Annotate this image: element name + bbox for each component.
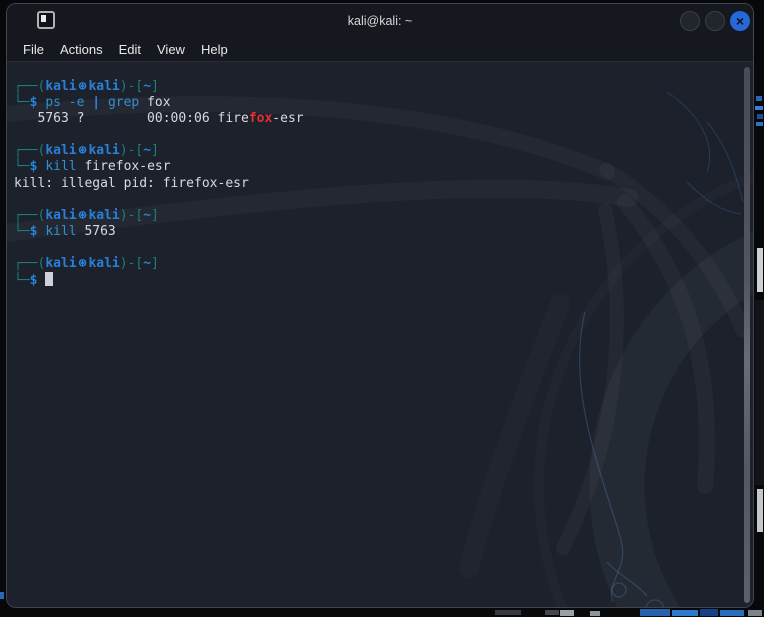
- desktop: { "window": { "title": "kali@kali: ~" },…: [0, 0, 764, 617]
- terminal-text-segment: ps -e: [45, 95, 92, 110]
- terminal-text-segment: $: [30, 273, 46, 288]
- terminal-text-segment: ~: [143, 79, 151, 94]
- terminal-text-segment: ~: [143, 256, 151, 271]
- wallpaper-glitch: [755, 300, 764, 485]
- wallpaper-glitch: [495, 610, 521, 615]
- terminal-text-segment: kill: illegal pid: firefox-esr: [14, 176, 249, 191]
- wallpaper-glitch: [672, 610, 698, 616]
- wallpaper-glitch: [590, 611, 600, 616]
- terminal-line: └─$ kill 5763: [14, 224, 304, 240]
- wallpaper-glitch: [755, 106, 763, 110]
- terminal-text-segment: )-[: [120, 208, 143, 223]
- wallpaper-glitch: [757, 248, 763, 292]
- terminal-text-segment: grep: [108, 95, 147, 110]
- window-controls: ×: [680, 11, 750, 31]
- terminal-text-segment: kill: [45, 224, 84, 239]
- terminal-line: ┌──(kali⊛kali)-[~]: [14, 256, 304, 272]
- terminal-scrollbar[interactable]: [744, 67, 750, 603]
- wallpaper-glitch: [0, 592, 4, 599]
- title-bar[interactable]: kali@kali: ~ ×: [7, 4, 753, 37]
- terminal-line: [14, 240, 304, 256]
- terminal-text-segment: fox: [147, 95, 170, 110]
- menu-item-actions[interactable]: Actions: [52, 40, 111, 59]
- terminal-line: └─$ ps -e | grep fox: [14, 95, 304, 111]
- terminal-text-segment: $: [30, 224, 46, 239]
- terminal-text-segment: 5763 ? 00:00:06 fire: [14, 111, 249, 126]
- terminal-text-segment: )-[: [120, 143, 143, 158]
- terminal-text-segment: kali: [88, 256, 119, 271]
- menu-item-file[interactable]: File: [15, 40, 52, 59]
- wallpaper-glitch: [545, 610, 559, 615]
- wallpaper-glitch: [560, 610, 574, 616]
- minimize-button[interactable]: [680, 11, 700, 31]
- terminal-text-segment: ~: [143, 143, 151, 158]
- terminal-text-segment: kali: [45, 256, 76, 271]
- terminal-text-segment: ┌──(: [14, 143, 45, 158]
- terminal-text-segment: $: [30, 95, 46, 110]
- terminal-text-segment: kali: [88, 79, 119, 94]
- terminal-text-segment: fox: [249, 111, 272, 126]
- wallpaper-glitch: [720, 610, 744, 616]
- terminal-text-segment: kali: [45, 208, 76, 223]
- terminal-line: [14, 192, 304, 208]
- maximize-button[interactable]: [705, 11, 725, 31]
- terminal-line: ┌──(kali⊛kali)-[~]: [14, 143, 304, 159]
- terminal-text-segment: firefox-esr: [84, 159, 170, 174]
- terminal-text-segment: ]: [151, 143, 159, 158]
- wallpaper-glitch: [748, 610, 762, 616]
- terminal-window: kali@kali: ~ × FileActionsEditViewHelp: [6, 3, 754, 608]
- terminal-line: ┌──(kali⊛kali)-[~]: [14, 79, 304, 95]
- menu-item-view[interactable]: View: [149, 40, 193, 59]
- terminal-text-segment: kill: [45, 159, 84, 174]
- wallpaper-glitch: [700, 609, 718, 616]
- terminal-text-segment: ⊛: [77, 208, 89, 223]
- wallpaper-glitch: [756, 122, 763, 126]
- terminal-text-segment: kali: [45, 79, 76, 94]
- terminal-text-segment: └─: [14, 273, 30, 288]
- terminal-line: [14, 127, 304, 143]
- terminal-text-segment: |: [92, 95, 100, 110]
- terminal-text-segment: ~: [143, 208, 151, 223]
- terminal-line: └─$: [14, 272, 304, 288]
- terminal-text-segment: ⊛: [77, 79, 89, 94]
- terminal-output: ┌──(kali⊛kali)-[~]└─$ ps -e | grep fox 5…: [14, 79, 304, 288]
- wallpaper-glitch: [757, 489, 763, 532]
- terminal-cursor: [45, 272, 53, 286]
- terminal-text-segment: ⊛: [77, 143, 89, 158]
- terminal-line: ┌──(kali⊛kali)-[~]: [14, 208, 304, 224]
- terminal-line: kill: illegal pid: firefox-esr: [14, 176, 304, 192]
- terminal-text-segment: └─: [14, 95, 30, 110]
- terminal-text-segment: ┌──(: [14, 79, 45, 94]
- wallpaper-glitch: [756, 96, 762, 101]
- close-button[interactable]: ×: [730, 11, 750, 31]
- menu-item-help[interactable]: Help: [193, 40, 236, 59]
- terminal-text-segment: ]: [151, 208, 159, 223]
- terminal-text-segment: ]: [151, 256, 159, 271]
- terminal-text-segment: └─: [14, 159, 30, 174]
- window-title: kali@kali: ~: [7, 4, 753, 37]
- terminal-text-segment: 5763: [84, 224, 115, 239]
- terminal-line: └─$ kill firefox-esr: [14, 159, 304, 175]
- terminal-text-segment: ]: [151, 79, 159, 94]
- terminal-text-segment: -esr: [272, 111, 303, 126]
- terminal-text-segment: kali: [88, 208, 119, 223]
- terminal-line: 5763 ? 00:00:06 firefox-esr: [14, 111, 304, 127]
- terminal-text-segment: kali: [88, 143, 119, 158]
- terminal-text-segment: )-[: [120, 256, 143, 271]
- terminal-text-segment: ⊛: [77, 256, 89, 271]
- terminal-text-segment: ┌──(: [14, 208, 45, 223]
- terminal-text-segment: )-[: [120, 79, 143, 94]
- terminal-text-segment: └─: [14, 224, 30, 239]
- wallpaper-glitch: [757, 114, 763, 119]
- menu-item-edit[interactable]: Edit: [111, 40, 149, 59]
- wallpaper-glitch: [640, 609, 670, 616]
- terminal-text-segment: $: [30, 159, 46, 174]
- terminal-screen[interactable]: ┌──(kali⊛kali)-[~]└─$ ps -e | grep fox 5…: [7, 62, 753, 607]
- terminal-text-segment: kali: [45, 143, 76, 158]
- terminal-text-segment: [100, 95, 108, 110]
- menu-bar: FileActionsEditViewHelp: [7, 37, 753, 61]
- terminal-text-segment: ┌──(: [14, 256, 45, 271]
